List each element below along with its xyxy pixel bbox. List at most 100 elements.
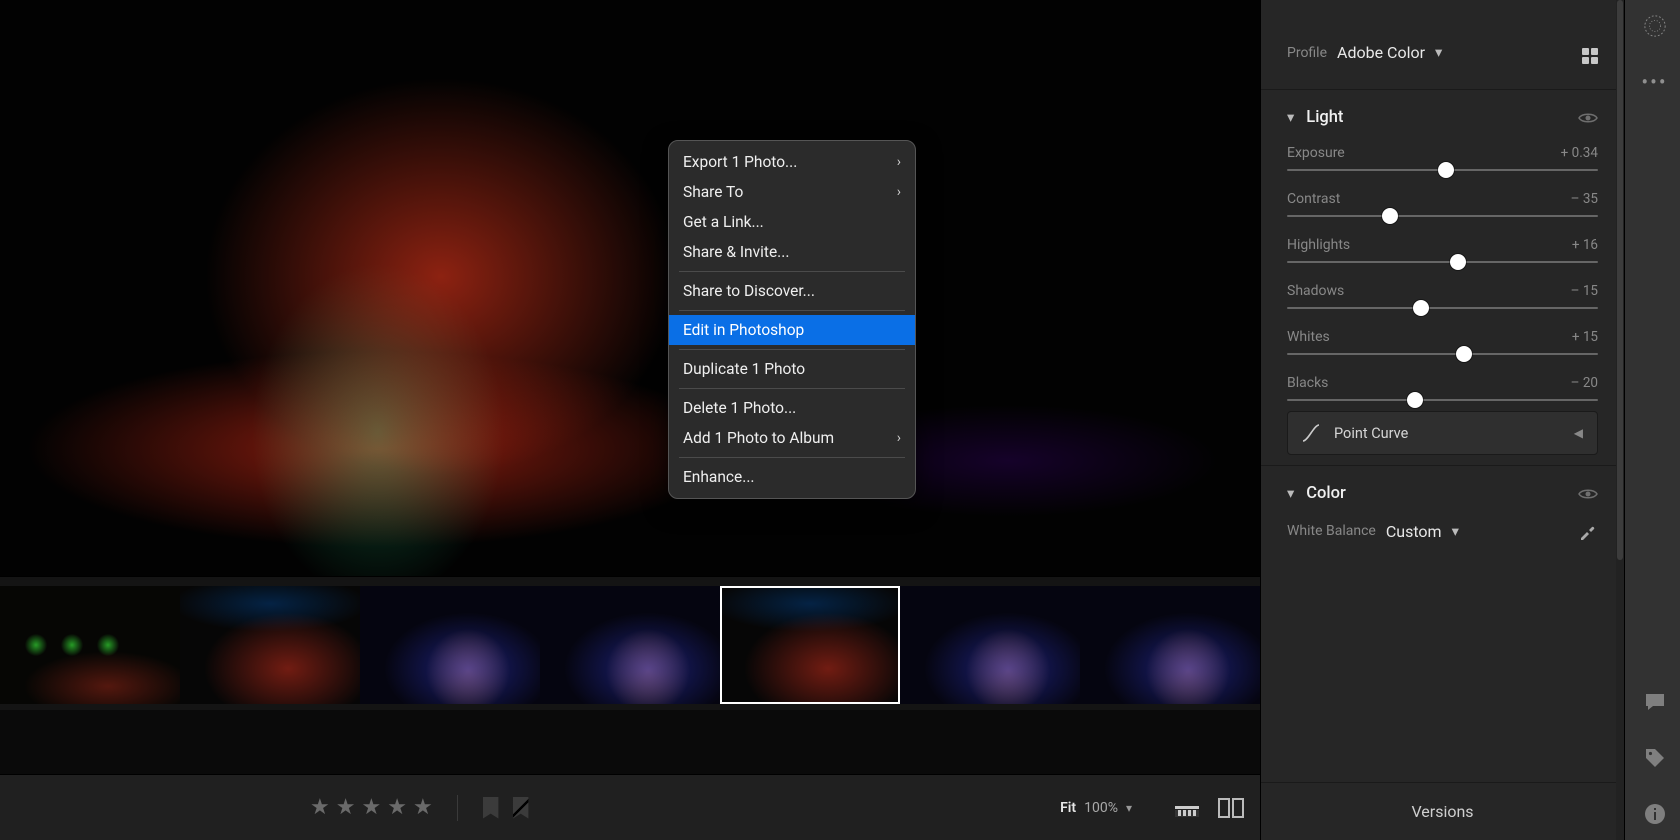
section-title-light[interactable]: Light [1306,108,1343,127]
curve-icon [1302,424,1320,442]
menu-item[interactable]: Add 1 Photo to Album › [669,423,915,453]
white-balance-value[interactable]: Custom [1386,522,1442,541]
menu-item-label: Duplicate 1 Photo [683,360,805,378]
thumbnail-selected[interactable] [720,586,900,704]
menu-item[interactable]: Duplicate 1 Photo [669,354,915,384]
slider-knob[interactable] [1413,300,1429,316]
menu-item[interactable]: Export 1 Photo...› [669,147,915,177]
menu-item[interactable]: Enhance... [669,462,915,492]
thumbnail[interactable] [0,586,180,704]
chevron-right-icon: › [897,184,901,200]
menu-item[interactable]: Share To › [669,177,915,207]
slider-track[interactable] [1287,353,1598,355]
slider-whites[interactable]: Whites + 15 [1287,329,1598,355]
filmstrip[interactable] [0,576,1260,710]
slider-value: + 15 [1572,329,1598,345]
thumbnail[interactable] [900,586,1080,704]
slider-knob[interactable] [1450,254,1466,270]
slider-track[interactable] [1287,307,1598,309]
thumbnail[interactable] [180,586,360,704]
point-curve-label: Point Curve [1334,425,1408,442]
slider-exposure[interactable]: Exposure+ 0.34 [1287,145,1598,171]
slider-label: Whites [1287,329,1330,345]
comment-icon[interactable] [1643,690,1667,714]
slider-knob[interactable] [1407,392,1423,408]
slider-track[interactable] [1287,215,1598,217]
slider-knob[interactable] [1456,346,1472,362]
slider-label: Exposure [1287,145,1345,161]
slider-shadows[interactable]: Shadows – 15 [1287,283,1598,309]
slider-value: – 20 [1571,375,1598,391]
menu-item-label: Add 1 Photo to Album [683,429,834,447]
fit-button[interactable]: Fit [1060,800,1076,816]
slider-track[interactable] [1287,399,1598,401]
menu-item[interactable]: Delete 1 Photo... [669,393,915,423]
chevron-down-icon[interactable]: ▾ [1435,44,1442,61]
slider-value: + 16 [1572,237,1598,253]
menu-divider [679,271,905,272]
image-canvas[interactable] [0,0,1260,576]
menu-item[interactable]: Get a Link... [669,207,915,237]
versions-button[interactable]: Versions [1261,782,1624,840]
chevron-down-icon[interactable]: ▾ [1287,109,1294,126]
eyedropper-icon[interactable] [1578,521,1598,541]
menu-item[interactable]: Share & Invite... [669,237,915,267]
light-section: ▾ Light Exposure+ 0.34 Contrast– 35 Highli… [1261,90,1624,465]
thumbnail[interactable] [1080,586,1260,704]
panel-scrollbar[interactable] [1616,0,1624,840]
star-icon[interactable]: ★ [310,795,332,820]
flag-pick-icon[interactable] [480,797,502,819]
star-icon[interactable]: ★ [336,795,358,820]
slider-knob[interactable] [1382,208,1398,224]
slider-track[interactable] [1287,169,1598,171]
menu-item-label: Share To [683,183,743,201]
zoom-control[interactable]: Fit 100% ▾ [1060,800,1132,816]
chevron-down-icon[interactable]: ▾ [1126,801,1132,815]
slider-value: – 15 [1571,283,1598,299]
thumbnail[interactable] [360,586,540,704]
thumbnail[interactable] [540,586,720,704]
tool-rail: ••• [1624,0,1680,840]
menu-item-label: Share to Discover... [683,282,815,300]
tag-icon[interactable] [1643,746,1667,770]
slider-label: Shadows [1287,283,1344,299]
eye-icon[interactable] [1578,111,1598,125]
slider-knob[interactable] [1438,162,1454,178]
chevron-right-icon: › [897,430,901,446]
edit-panel: Profile Adobe Color ▾ ▾ Light Exposure+ … [1260,0,1624,840]
lens-blur-icon[interactable] [1643,14,1667,38]
menu-item-label: Share & Invite... [683,243,789,261]
zoom-value: 100% [1084,800,1118,816]
star-icon[interactable]: ★ [413,795,435,820]
star-icon[interactable]: ★ [361,795,383,820]
profile-value[interactable]: Adobe Color [1337,43,1425,62]
menu-item[interactable]: Share to Discover... [669,276,915,306]
slider-blacks[interactable]: Blacks– 20 [1287,375,1598,401]
slider-contrast[interactable]: Contrast– 35 [1287,191,1598,217]
menu-item[interactable]: Edit in Photoshop [669,315,915,345]
point-curve-row[interactable]: Point Curve ◀ [1287,411,1598,455]
chevron-left-icon[interactable]: ◀ [1574,426,1583,440]
compare-icon[interactable] [1218,797,1244,819]
slider-highlights[interactable]: Highlights + 16 [1287,237,1598,263]
chevron-down-icon[interactable]: ▾ [1452,523,1459,540]
slider-label: Highlights [1287,237,1350,253]
slider-track[interactable] [1287,261,1598,263]
versions-label: Versions [1411,802,1473,821]
profile-browser-icon[interactable] [1582,42,1598,64]
section-title-color[interactable]: Color [1306,484,1346,503]
histogram-icon[interactable] [1174,798,1200,818]
separator [457,795,458,821]
flag-reject-icon[interactable] [510,797,532,819]
chevron-down-icon[interactable]: ▾ [1287,485,1294,502]
star-icon[interactable]: ★ [387,795,409,820]
eye-icon[interactable] [1578,487,1598,501]
info-icon[interactable] [1643,802,1667,826]
menu-divider [679,310,905,311]
menu-divider [679,457,905,458]
rating-stars[interactable]: ★ ★ ★ ★ ★ [310,795,435,820]
filmstrip-scrollbar[interactable] [0,710,1260,720]
color-section: ▾ Color White Balance Custom ▾ [1261,465,1624,551]
more-icon[interactable]: ••• [1643,70,1667,94]
profile-label: Profile [1287,45,1327,61]
